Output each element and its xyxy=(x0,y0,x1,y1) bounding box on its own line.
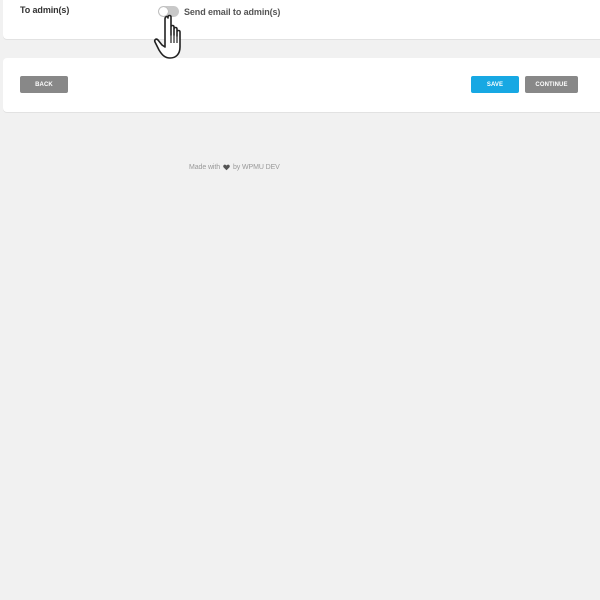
credits-footer: Made with by WPMU DEV xyxy=(189,164,280,171)
to-admin-label: To admin(s) xyxy=(20,5,70,15)
heart-icon xyxy=(223,164,230,171)
made-with-text: Made with xyxy=(189,164,221,171)
by-wpmu-dev-link[interactable]: by WPMU DEV xyxy=(233,164,280,171)
hand-pointer-icon xyxy=(153,14,181,59)
save-button[interactable]: SAVE xyxy=(471,76,519,93)
wizard-footer-card: BACK SAVE CONTINUE xyxy=(3,58,600,112)
continue-button[interactable]: CONTINUE xyxy=(525,76,578,93)
page: To admin(s) Send email to admin(s) BACK … xyxy=(0,0,600,600)
admin-notification-card: To admin(s) Send email to admin(s) xyxy=(3,0,600,39)
back-button[interactable]: BACK xyxy=(20,76,68,93)
send-email-toggle-label[interactable]: Send email to admin(s) xyxy=(184,7,280,17)
